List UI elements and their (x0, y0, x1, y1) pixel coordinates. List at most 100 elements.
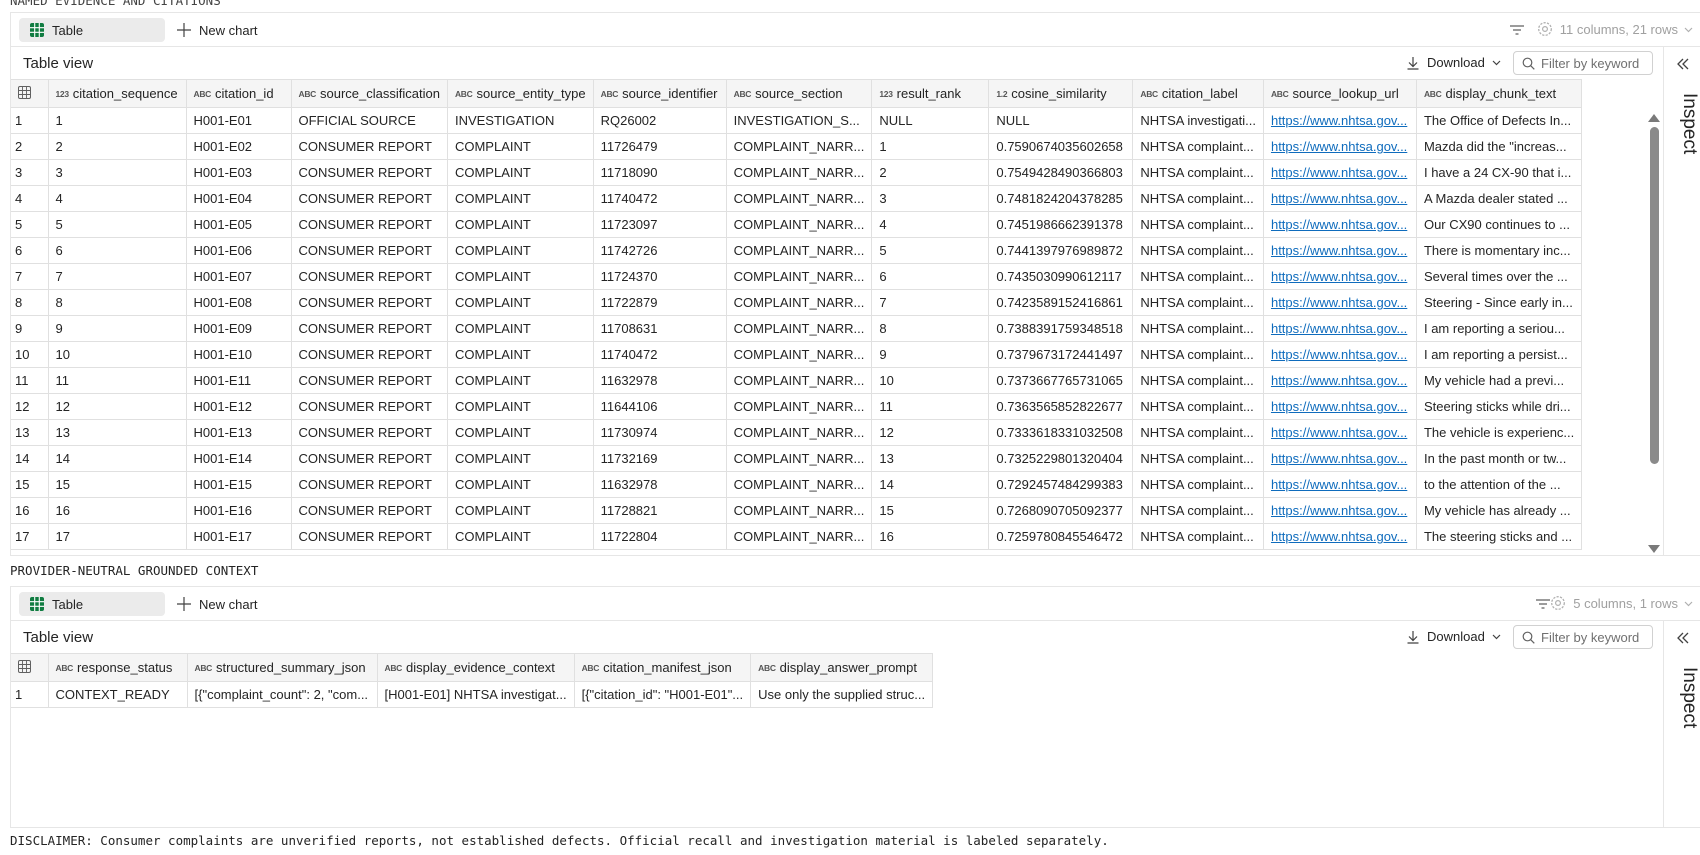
table-cell[interactable]: https://www.nhtsa.gov... (1263, 471, 1417, 498)
source-link[interactable]: https://www.nhtsa.gov... (1271, 399, 1407, 414)
table-cell: 11730974 (593, 419, 727, 446)
table-cell[interactable]: https://www.nhtsa.gov... (1263, 341, 1417, 368)
context-table-panel: Table New chart 5 columns, 1 rows Table … (10, 586, 1700, 828)
source-link[interactable]: https://www.nhtsa.gov... (1271, 451, 1407, 466)
column-header-source-identifier[interactable]: ABC source_identifier (593, 79, 727, 108)
table-cell[interactable]: https://www.nhtsa.gov... (1263, 393, 1417, 420)
table-cell[interactable]: https://www.nhtsa.gov... (1263, 237, 1417, 264)
table-row[interactable]: 12 12 H001-E12 CONSUMER REPORT COMPLAINT 1164… (11, 393, 1583, 420)
table-cell: 12 (48, 393, 187, 420)
column-header-citation-id[interactable]: ABC citation_id (186, 79, 292, 108)
filter-keyword-input[interactable]: Filter by keyword (1513, 51, 1653, 75)
table-cell[interactable]: https://www.nhtsa.gov... (1263, 107, 1417, 134)
double-chevron-left-icon[interactable] (1676, 57, 1690, 71)
table-cell[interactable]: https://www.nhtsa.gov... (1263, 523, 1417, 550)
table-row[interactable]: 13 13 H001-E13 CONSUMER REPORT COMPLAINT 1173… (11, 419, 1583, 446)
table-row[interactable]: 8 8 H001-E08 CONSUMER REPORT COMPLAINT 117228… (11, 289, 1583, 316)
tab-table[interactable]: Table (19, 18, 165, 42)
table-cell: 6 (48, 237, 187, 264)
column-type-icon: ABC (733, 89, 752, 99)
column-header-result-rank[interactable]: 123 result_rank (871, 79, 990, 108)
source-link[interactable]: https://www.nhtsa.gov... (1271, 295, 1407, 310)
filter-keyword-input[interactable]: Filter by keyword (1513, 625, 1653, 649)
column-header-citation-sequence[interactable]: 123 citation_sequence (48, 79, 187, 108)
table-row[interactable]: 3 3 H001-E03 CONSUMER REPORT COMPLAINT 117180… (11, 159, 1583, 186)
table-cell[interactable]: https://www.nhtsa.gov... (1263, 497, 1417, 524)
scroll-up-arrow-icon[interactable] (1648, 114, 1660, 122)
table-cell[interactable]: https://www.nhtsa.gov... (1263, 185, 1417, 212)
source-link[interactable]: https://www.nhtsa.gov... (1271, 217, 1407, 232)
row-number: 6 (11, 237, 49, 264)
table-row[interactable]: 11 11 H001-E11 CONSUMER REPORT COMPLAINT 1163… (11, 367, 1583, 394)
table-row[interactable]: 1 CONTEXT_READY [{"complaint_count": 2, "c… (11, 681, 934, 708)
column-header-display-chunk-text[interactable]: ABC display_chunk_text (1416, 79, 1583, 108)
column-type-icon: ABC (193, 89, 212, 99)
table-row[interactable]: 10 10 H001-E10 CONSUMER REPORT COMPLAINT 1174… (11, 341, 1583, 368)
inspect-sidebar[interactable]: Inspect (1663, 621, 1700, 827)
table-row[interactable]: 15 15 H001-E15 CONSUMER REPORT COMPLAINT 1163… (11, 471, 1583, 498)
table-cell[interactable]: https://www.nhtsa.gov... (1263, 211, 1417, 238)
column-type-icon: 1.2 (996, 89, 1008, 99)
inspect-sidebar[interactable]: Inspect (1663, 47, 1700, 555)
table-cell: NHTSA complaint... (1132, 315, 1264, 342)
new-chart-button[interactable]: New chart (177, 18, 258, 42)
column-settings-button[interactable]: 5 columns, 1 rows (1549, 594, 1693, 612)
source-link[interactable]: https://www.nhtsa.gov... (1271, 165, 1407, 180)
column-header-citation-manifest-json[interactable]: ABC citation_manifest_json (574, 653, 752, 682)
table-cell[interactable]: https://www.nhtsa.gov... (1263, 159, 1417, 186)
column-header-structured-summary-json[interactable]: ABC structured_summary_json (187, 653, 378, 682)
table-row[interactable]: 14 14 H001-E14 CONSUMER REPORT COMPLAINT 1173… (11, 445, 1583, 472)
table-row[interactable]: 5 5 H001-E05 CONSUMER REPORT COMPLAINT 117230… (11, 211, 1583, 238)
vertical-scrollbar[interactable] (1647, 113, 1661, 557)
download-icon (1407, 56, 1419, 70)
table-cell[interactable]: https://www.nhtsa.gov... (1263, 367, 1417, 394)
table-cell[interactable]: https://www.nhtsa.gov... (1263, 263, 1417, 290)
column-header-display-evidence-context[interactable]: ABC display_evidence_context (377, 653, 575, 682)
table-cell[interactable]: https://www.nhtsa.gov... (1263, 289, 1417, 316)
source-link[interactable]: https://www.nhtsa.gov... (1271, 347, 1407, 362)
source-link[interactable]: https://www.nhtsa.gov... (1271, 503, 1407, 518)
table-row[interactable]: 4 4 H001-E04 CONSUMER REPORT COMPLAINT 117404… (11, 185, 1583, 212)
column-header-source-entity-type[interactable]: ABC source_entity_type (447, 79, 594, 108)
column-header-cosine-similarity[interactable]: 1.2 cosine_similarity (988, 79, 1134, 108)
source-link[interactable]: https://www.nhtsa.gov... (1271, 321, 1407, 336)
column-header-source-classification[interactable]: ABC source_classification (291, 79, 448, 108)
tab-table[interactable]: Table (19, 592, 165, 616)
column-settings-button[interactable]: 11 columns, 21 rows (1536, 20, 1693, 38)
download-button[interactable]: Download (1406, 629, 1501, 644)
table-cell: 4 (871, 211, 990, 238)
table-row[interactable]: 17 17 H001-E17 CONSUMER REPORT COMPLAINT 1172… (11, 523, 1583, 550)
table-cell[interactable]: https://www.nhtsa.gov... (1263, 419, 1417, 446)
download-button[interactable]: Download (1406, 55, 1501, 70)
table-row[interactable]: 16 16 H001-E16 CONSUMER REPORT COMPLAINT 1172… (11, 497, 1583, 524)
source-link[interactable]: https://www.nhtsa.gov... (1271, 243, 1407, 258)
column-header-source-lookup-url[interactable]: ABC source_lookup_url (1263, 79, 1417, 108)
double-chevron-left-icon[interactable] (1676, 631, 1690, 645)
table-row[interactable]: 1 1 H001-E01 OFFICIAL SOURCE INVESTIGATION RQ… (11, 107, 1583, 134)
source-link[interactable]: https://www.nhtsa.gov... (1271, 139, 1407, 154)
source-link[interactable]: https://www.nhtsa.gov... (1271, 191, 1407, 206)
new-chart-button[interactable]: New chart (177, 592, 258, 616)
source-link[interactable]: https://www.nhtsa.gov... (1271, 269, 1407, 284)
column-header-display-answer-prompt[interactable]: ABC display_answer_prompt (750, 653, 934, 682)
table-cell[interactable]: https://www.nhtsa.gov... (1263, 133, 1417, 160)
column-header-source-section[interactable]: ABC source_section (726, 79, 873, 108)
column-header-response-status[interactable]: ABC response_status (48, 653, 188, 682)
scroll-down-arrow-icon[interactable] (1648, 545, 1660, 553)
gear-icon (1551, 596, 1566, 610)
table-row[interactable]: 6 6 H001-E06 CONSUMER REPORT COMPLAINT 117427… (11, 237, 1583, 264)
table-cell[interactable]: https://www.nhtsa.gov... (1263, 445, 1417, 472)
column-header-citation-label[interactable]: ABC citation_label (1132, 79, 1264, 108)
filter-icon[interactable] (1509, 22, 1525, 38)
source-link[interactable]: https://www.nhtsa.gov... (1271, 113, 1407, 128)
source-link[interactable]: https://www.nhtsa.gov... (1271, 477, 1407, 492)
source-link[interactable]: https://www.nhtsa.gov... (1271, 373, 1407, 388)
table-row[interactable]: 7 7 H001-E07 CONSUMER REPORT COMPLAINT 117243… (11, 263, 1583, 290)
source-link[interactable]: https://www.nhtsa.gov... (1271, 529, 1407, 544)
table-row[interactable]: 2 2 H001-E02 CONSUMER REPORT COMPLAINT 117264… (11, 133, 1583, 160)
source-link[interactable]: https://www.nhtsa.gov... (1271, 425, 1407, 440)
scrollbar-thumb[interactable] (1650, 127, 1659, 464)
table-cell[interactable]: https://www.nhtsa.gov... (1263, 315, 1417, 342)
column-type-icon: 123 (879, 89, 893, 99)
table-row[interactable]: 9 9 H001-E09 CONSUMER REPORT COMPLAINT 117086… (11, 315, 1583, 342)
